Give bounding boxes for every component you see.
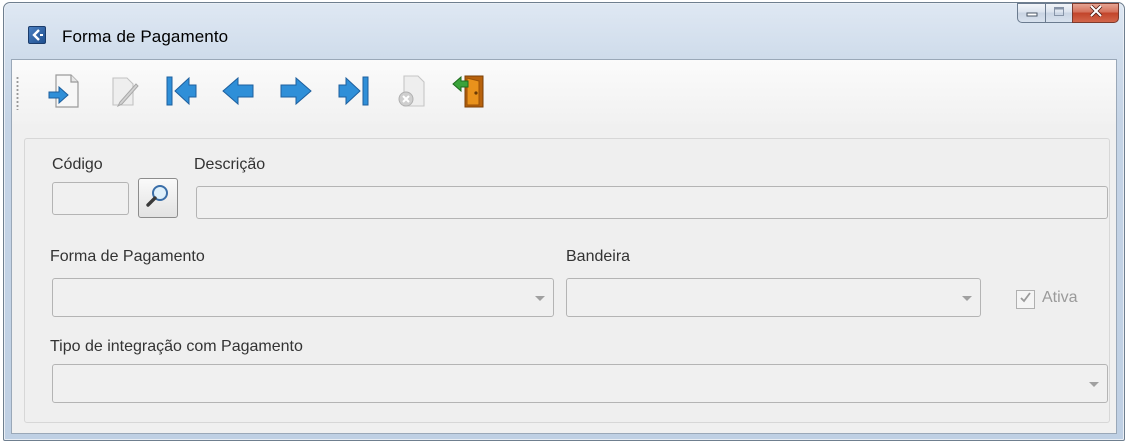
edit-pencil-icon (105, 72, 141, 115)
new-record-button[interactable] (44, 72, 86, 114)
last-record-icon (336, 72, 372, 115)
client-area: Código Descrição Forma de Pagamento Band… (11, 59, 1117, 434)
forma-pagamento-label: Forma de Pagamento (50, 248, 205, 265)
exit-door-icon (451, 72, 489, 115)
window-controls (1017, 3, 1119, 24)
search-button[interactable] (138, 178, 178, 218)
ativa-label: Ativa (1042, 289, 1078, 306)
previous-record-button[interactable] (217, 72, 259, 114)
next-record-button[interactable] (275, 72, 317, 114)
new-document-icon (47, 72, 83, 115)
maximize-button[interactable] (1045, 3, 1072, 23)
codigo-input[interactable] (52, 182, 129, 215)
maximize-icon (1053, 4, 1065, 22)
exit-button[interactable] (449, 72, 491, 114)
first-record-button[interactable] (160, 72, 202, 114)
close-icon (1089, 4, 1103, 22)
delete-document-icon (394, 72, 430, 115)
bandeira-label: Bandeira (566, 248, 631, 265)
magnifier-icon (145, 183, 171, 214)
descricao-input[interactable] (196, 186, 1108, 219)
tipo-integracao-label: Tipo de integração com Pagamento (50, 338, 303, 355)
toolbar-grip-handle[interactable] (16, 76, 19, 110)
bandeira-select[interactable] (566, 278, 981, 317)
chevron-down-icon (535, 295, 545, 301)
last-record-button[interactable] (333, 72, 375, 114)
edit-button[interactable] (102, 72, 144, 114)
tipo-integracao-select[interactable] (52, 364, 1108, 403)
window-title: Forma de Pagamento (62, 27, 229, 46)
first-record-icon (163, 72, 199, 115)
descricao-label: Descrição (194, 156, 266, 173)
chevron-down-icon (962, 295, 972, 301)
minimize-button[interactable] (1017, 3, 1045, 23)
checkmark-icon (1019, 291, 1032, 309)
previous-arrow-icon (220, 72, 256, 115)
app-window: Forma de Pagamento Código Descrição Form… (3, 2, 1125, 441)
next-arrow-icon (278, 72, 314, 115)
toolbar (12, 60, 1116, 124)
ativa-checkbox[interactable] (1016, 290, 1035, 309)
chevron-down-icon (1089, 381, 1099, 387)
delete-button[interactable] (391, 72, 433, 114)
back-arrow-icon[interactable] (28, 26, 46, 44)
title-bar[interactable]: Forma de Pagamento (4, 3, 1124, 57)
forma-pagamento-select[interactable] (52, 278, 554, 317)
minimize-icon (1026, 4, 1038, 22)
close-button[interactable] (1072, 3, 1119, 23)
codigo-label: Código (52, 156, 103, 173)
